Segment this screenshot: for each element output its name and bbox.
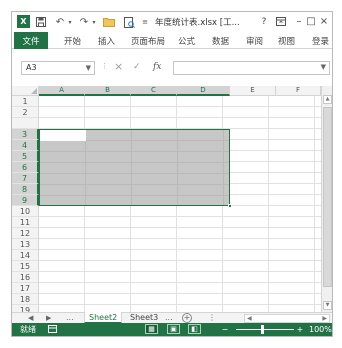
tab-review[interactable]: 审阅 bbox=[246, 35, 263, 47]
fill-handle[interactable] bbox=[228, 204, 232, 208]
undo-dropdown-icon[interactable]: ▾ bbox=[66, 15, 74, 29]
row-header-3[interactable]: 3 bbox=[12, 129, 39, 140]
row-header-5[interactable]: 5 bbox=[12, 151, 39, 162]
column-header-a[interactable]: A bbox=[39, 86, 85, 96]
expand-formula-bar-icon[interactable]: ▼ bbox=[321, 63, 326, 71]
row-header-7[interactable]: 7 bbox=[12, 173, 39, 184]
scroll-up-button[interactable]: ▲ bbox=[323, 95, 332, 104]
new-sheet-button[interactable]: + bbox=[182, 313, 192, 323]
row-header-16[interactable]: 16 bbox=[12, 272, 39, 283]
confirm-entry-button[interactable]: ✓ bbox=[133, 62, 141, 72]
row-header-6[interactable]: 6 bbox=[12, 162, 39, 173]
status-bar: 就绪 ▦ ▣ ◧ − + 100% bbox=[12, 323, 332, 336]
row-header-18[interactable]: 18 bbox=[12, 294, 39, 305]
page-break-preview-icon[interactable]: ◧ bbox=[188, 324, 201, 334]
row-header-13[interactable]: 13 bbox=[12, 239, 39, 250]
selected-range[interactable] bbox=[39, 129, 232, 208]
tab-insert[interactable]: 插入 bbox=[98, 35, 115, 47]
tab-home[interactable]: 开始 bbox=[64, 35, 81, 47]
sheet-nav-next-button[interactable]: ▶ bbox=[46, 313, 51, 323]
active-cell[interactable] bbox=[40, 130, 86, 141]
vertical-scroll-thumb[interactable] bbox=[323, 107, 332, 287]
window-title: 年度统计表.xlsx [工... bbox=[155, 18, 240, 28]
zoom-slider[interactable] bbox=[236, 329, 294, 330]
sheet-more-left-button[interactable]: ... bbox=[66, 313, 74, 323]
sheet-more-right-button[interactable]: ... bbox=[165, 313, 173, 323]
row-header-10[interactable]: 10 bbox=[12, 206, 39, 217]
excel-window: X ↶ ▾ ↷ ▾ ≡ 年度统计表.xlsx [工... ? – □ × 文件 … bbox=[11, 11, 333, 337]
cancel-entry-button[interactable]: × bbox=[114, 60, 123, 73]
row-header-12[interactable]: 12 bbox=[12, 228, 39, 239]
zoom-level[interactable]: 100% bbox=[309, 324, 332, 335]
name-box-value: A3 bbox=[26, 63, 37, 72]
tab-formulas[interactable]: 公式 bbox=[178, 35, 195, 47]
column-header-d[interactable]: D bbox=[177, 86, 230, 96]
zoom-slider-thumb[interactable] bbox=[261, 325, 264, 334]
tab-view[interactable]: 视图 bbox=[278, 35, 295, 47]
redo-icon[interactable]: ↷ bbox=[78, 15, 90, 29]
ribbon-display-options-icon[interactable] bbox=[274, 15, 288, 28]
column-header-b[interactable]: B bbox=[85, 86, 131, 96]
zoom-in-button[interactable]: + bbox=[295, 325, 305, 334]
select-all-button[interactable] bbox=[12, 86, 39, 96]
page-layout-view-icon[interactable]: ▣ bbox=[167, 324, 180, 334]
sheet-nav-prev-button[interactable]: ◀ bbox=[28, 313, 33, 323]
horizontal-scrollbar[interactable]: ◀ ▶ bbox=[244, 314, 330, 323]
title-bar: X ↶ ▾ ↷ ▾ ≡ 年度统计表.xlsx [工... ? – □ × bbox=[12, 12, 332, 32]
row-header-2b bbox=[12, 118, 39, 129]
row-header-1[interactable]: 1 bbox=[12, 96, 39, 107]
name-box[interactable]: A3 ▼ bbox=[21, 61, 95, 75]
formula-input[interactable]: ▼ bbox=[173, 61, 330, 75]
worksheet-grid[interactable]: A B C D E F 1 2 3 4 5 6 7 8 9 10 11 12 1… bbox=[12, 86, 332, 312]
formula-bar: A3 ▼ ⋮ × ✓ fx ▼ bbox=[12, 49, 332, 86]
column-header-f[interactable]: F bbox=[276, 86, 321, 96]
row-header-2[interactable]: 2 bbox=[12, 107, 39, 118]
ribbon-tabs: 文件 开始 插入 页面布局 公式 数据 审阅 视图 登录 bbox=[12, 32, 332, 49]
formula-bar-grip-icon: ⋮ bbox=[101, 62, 108, 70]
scroll-down-button[interactable]: ▼ bbox=[323, 301, 332, 310]
selected-range-gridlines bbox=[40, 130, 229, 205]
scroll-right-icon[interactable]: ▶ bbox=[322, 315, 327, 323]
row-header-15[interactable]: 15 bbox=[12, 261, 39, 272]
tab-splitter-icon[interactable]: ⋮ bbox=[208, 313, 216, 323]
undo-icon[interactable]: ↶ bbox=[54, 15, 66, 29]
column-header-c[interactable]: C bbox=[131, 86, 177, 96]
row-header-9[interactable]: 9 bbox=[12, 195, 39, 206]
save-icon[interactable] bbox=[35, 15, 47, 29]
excel-logo-icon: X bbox=[17, 15, 30, 28]
close-button[interactable]: × bbox=[317, 15, 331, 28]
status-text: 就绪 bbox=[20, 325, 36, 334]
row-header-19[interactable]: 19 bbox=[12, 305, 39, 312]
normal-view-icon[interactable]: ▦ bbox=[145, 324, 158, 334]
zoom-out-button[interactable]: − bbox=[220, 325, 230, 334]
customize-toolbar-icon[interactable]: ≡ bbox=[140, 15, 150, 29]
scroll-left-icon[interactable]: ◀ bbox=[247, 315, 252, 323]
tab-page-layout[interactable]: 页面布局 bbox=[131, 35, 165, 47]
restore-button[interactable]: □ bbox=[304, 15, 318, 28]
row-header-14[interactable]: 14 bbox=[12, 250, 39, 261]
macro-recording-icon[interactable] bbox=[47, 325, 57, 334]
open-folder-icon[interactable] bbox=[102, 15, 116, 29]
redo-dropdown-icon[interactable]: ▾ bbox=[90, 15, 98, 29]
tab-file[interactable]: 文件 bbox=[14, 32, 48, 49]
vertical-scrollbar[interactable]: ▲ ▼ bbox=[321, 86, 332, 312]
name-box-dropdown-icon[interactable]: ▼ bbox=[86, 62, 91, 74]
row-header-17[interactable]: 17 bbox=[12, 283, 39, 294]
row-header-4[interactable]: 4 bbox=[12, 140, 39, 151]
row-header-8[interactable]: 8 bbox=[12, 184, 39, 195]
row-header-11[interactable]: 11 bbox=[12, 217, 39, 228]
print-preview-icon[interactable] bbox=[122, 15, 136, 29]
insert-function-button[interactable]: fx bbox=[153, 62, 161, 72]
tab-data[interactable]: 数据 bbox=[212, 35, 229, 47]
column-header-e[interactable]: E bbox=[230, 86, 276, 96]
help-button[interactable]: ? bbox=[257, 15, 271, 28]
sheet-tab-bar: ◀ ▶ ... Sheet2 Sheet3 ... + ⋮ ◀ ▶ bbox=[12, 312, 332, 324]
sign-in-link[interactable]: 登录 bbox=[312, 35, 329, 47]
